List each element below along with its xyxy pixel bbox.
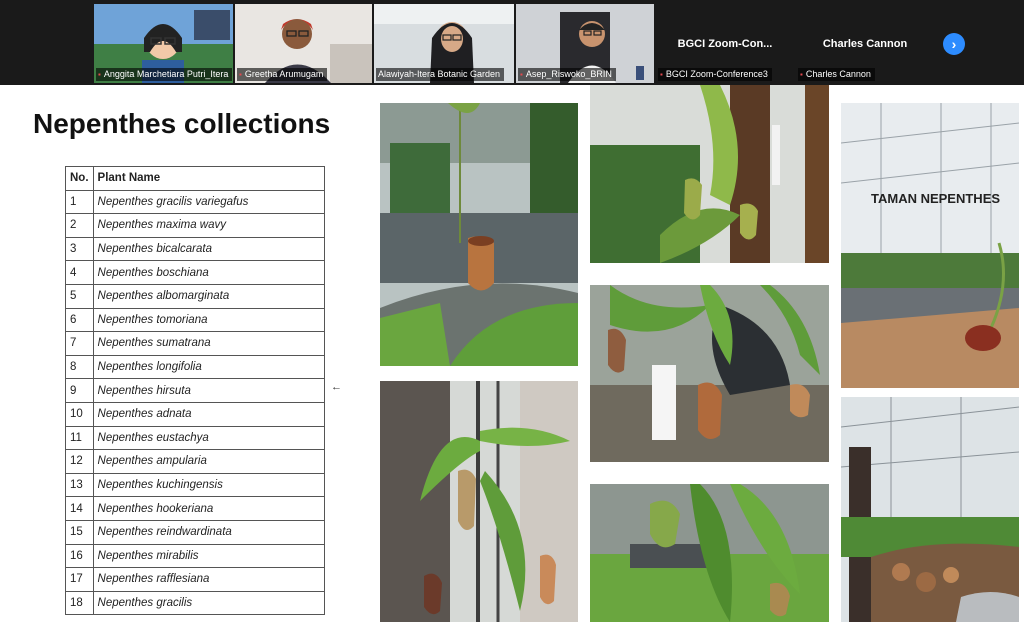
row-number: 16 [65,543,94,569]
photo-green-leaves [590,484,829,622]
arrow-left-icon: ← [331,381,342,393]
plant-name: Nepenthes hirsuta [92,378,326,403]
participant-tile-5[interactable]: BGCI Zoom-Con... ▪ BGCI Zoom-Conference3 [656,4,794,83]
row-number: 12 [65,449,94,474]
row-number: 1 [65,189,94,215]
table-row: 15 Nepenthes reindwardinata [65,519,326,545]
table-row: 1 Nepenthes gracilis variegafus [65,189,326,215]
participant-display-name: Charles Cannon [822,38,908,50]
table-row: 7 Nepenthes sumatrana [65,331,326,356]
row-number: 3 [65,236,94,262]
participant-name: Greetha Arumugam [244,69,324,79]
plant-name: Nepenthes tomoriana [92,307,326,333]
plant-name: Nepenthes boschiana [92,260,326,285]
participant-strip: ▪ Anggita Marchetiara Putri_Itera ▪ Greeth… [0,0,1024,85]
column-header-plant-name: Plant Name [92,166,326,191]
next-participants-button[interactable]: › [943,33,965,55]
mic-off-icon: ▪ [660,70,663,79]
slide-title: Nepenthes collections [33,108,331,139]
table-row: 14 Nepenthes hookeriana [65,496,326,521]
table-row: 3 Nepenthes bicalcarata [65,236,326,262]
participant-name: Charles Cannon [805,69,871,79]
photo-climbing-plant [380,381,578,622]
mic-off-icon: ▪ [98,70,101,79]
table-row: 16 Nepenthes mirabilis [65,543,326,569]
photo-hanging-plant [590,85,829,263]
plant-table-body: 1 Nepenthes gracilis variegafus 2 Nepenthes… [65,189,326,616]
row-number: 4 [65,260,94,285]
table-row: 8 Nepenthes longifolia [65,354,326,380]
table-row: 5 Nepenthes albomarginata [65,283,326,309]
participant-tile-3-active-speaker[interactable]: Alawiyah-Itera Botanic Garden [374,4,514,83]
plant-name: Nepenthes maxima wavy [92,213,326,238]
participant-tile-1[interactable]: ▪ Anggita Marchetiara Putri_Itera [94,4,233,83]
row-number: 13 [65,472,94,498]
chevron-right-icon: › [951,36,957,52]
row-number: 8 [65,354,94,380]
signage-text: TAMAN NEPENTHES [871,191,1000,206]
plant-name: Nepenthes albomarginata [92,283,326,309]
table-header-row: No. Plant Name [65,166,326,191]
plant-name: Nepenthes sumatrana [92,331,326,356]
row-number: 2 [65,213,94,238]
plant-name: Nepenthes kuchingensis [92,472,326,498]
table-row: 11 Nepenthes eustachya [65,425,326,451]
table-row: 4 Nepenthes boschiana [65,260,326,285]
plant-name: Nepenthes ampularia [92,449,326,474]
plant-name: Nepenthes bicalcarata [92,236,326,262]
plant-name: Nepenthes longifolia [92,354,326,380]
photo-taman-nepenthes: TAMAN NEPENTHES [841,103,1019,388]
row-number: 18 [65,590,94,616]
participant-name: Anggita Marchetiara Putri_Itera [103,69,229,79]
table-row: 13 Nepenthes kuchingensis [65,472,326,498]
row-number: 11 [65,425,94,451]
mic-off-icon: ▪ [800,70,803,79]
plant-name: Nepenthes mirabilis [92,543,326,569]
plant-name: Nepenthes eustachya [92,425,326,451]
plant-name: Nepenthes adnata [92,401,326,427]
row-number: 5 [65,283,94,309]
row-number: 10 [65,401,94,427]
participant-name: Asep_Riswoko_BRIN [525,69,612,79]
row-number: 9 [65,378,94,403]
table-row: 17 Nepenthes rafflesiana [65,567,326,592]
column-header-no: No. [65,166,94,191]
photo-greenhouse-interior [841,397,1019,622]
table-row: 2 Nepenthes maxima wavy [65,213,326,238]
row-number: 14 [65,496,94,521]
row-number: 6 [65,307,94,333]
participant-name: BGCI Zoom-Conference3 [665,69,768,79]
participant-name: Alawiyah-Itera Botanic Garden [378,69,501,79]
table-row: 6 Nepenthes tomoriana [65,307,326,333]
table-row: 9 Nepenthes hirsuta [65,378,326,403]
table-row: 10 Nepenthes adnata [65,401,326,427]
photo-pitcher-pond [380,103,578,366]
plant-table: No. Plant Name 1 Nepenthes gracilis varie… [65,166,326,616]
row-number: 7 [65,331,94,356]
plant-name: Nepenthes hookeriana [92,496,326,521]
plant-name: Nepenthes rafflesiana [92,567,326,592]
mic-off-icon: ▪ [239,70,242,79]
table-row: 18 Nepenthes gracilis [65,590,326,616]
mic-off-icon: ▪ [520,70,523,79]
participant-tile-6[interactable]: Charles Cannon ▪ Charles Cannon [796,4,934,83]
plant-name: Nepenthes gracilis [92,590,326,616]
table-row: 12 Nepenthes ampularia [65,449,326,474]
plant-name: Nepenthes gracilis variegafus [92,189,326,215]
participant-display-name: BGCI Zoom-Con... [677,38,773,50]
plant-name: Nepenthes reindwardinata [92,519,326,545]
photo-pitchers-closeup [590,285,829,462]
participant-tile-2[interactable]: ▪ Greetha Arumugam [235,4,372,83]
participant-tile-4[interactable]: ▪ Asep_Riswoko_BRIN [516,4,654,83]
row-number: 17 [65,567,94,592]
row-number: 15 [65,519,94,545]
